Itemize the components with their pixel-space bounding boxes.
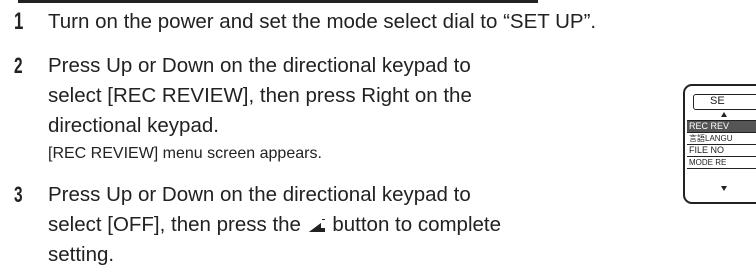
- step-text: Turn on the power and set the mode selec…: [48, 10, 597, 33]
- step-text-line: select [REC REVIEW], then press Right on…: [48, 84, 472, 107]
- step-text-line: setting.: [48, 243, 115, 266]
- step-text-line: select [OFF], then press the button to c…: [48, 210, 501, 242]
- lcd-title: SE: [710, 95, 725, 107]
- lcd-menu-item: FILE NO: [687, 144, 756, 156]
- step-number: 3: [14, 182, 23, 207]
- step-number: 1: [14, 8, 24, 35]
- step-text-before-icon: select [OFF], then press the: [48, 213, 301, 236]
- lcd-title-box: SE: [693, 94, 756, 110]
- step-text-line: Press Up or Down on the directional keyp…: [48, 54, 471, 77]
- lcd-menu-item: MODE RE: [687, 156, 756, 169]
- step-text-line: Press Up or Down on the directional keyp…: [48, 183, 471, 206]
- enter-button-icon: [308, 212, 326, 242]
- up-arrow-icon: [721, 112, 727, 117]
- cropped-heading-text: [18, 0, 538, 3]
- lcd-menu-list: REC REV 言語LANGU FILE NO MODE RE: [687, 120, 756, 169]
- lcd-menu-item: 言語LANGU: [687, 132, 756, 144]
- down-arrow-icon: [721, 186, 727, 191]
- step-number: 2: [14, 53, 23, 78]
- lcd-menu-item: REC REV: [687, 120, 756, 132]
- lcd-menu-illustration: SE REC REV 言語LANGU FILE NO MODE RE: [683, 84, 756, 204]
- step-text-line: directional keypad.: [48, 114, 219, 137]
- cropped-heading: [0, 0, 756, 7]
- step-text-after-icon: button to complete: [332, 213, 502, 236]
- step-note: [REC REVIEW] menu screen appears.: [48, 145, 322, 162]
